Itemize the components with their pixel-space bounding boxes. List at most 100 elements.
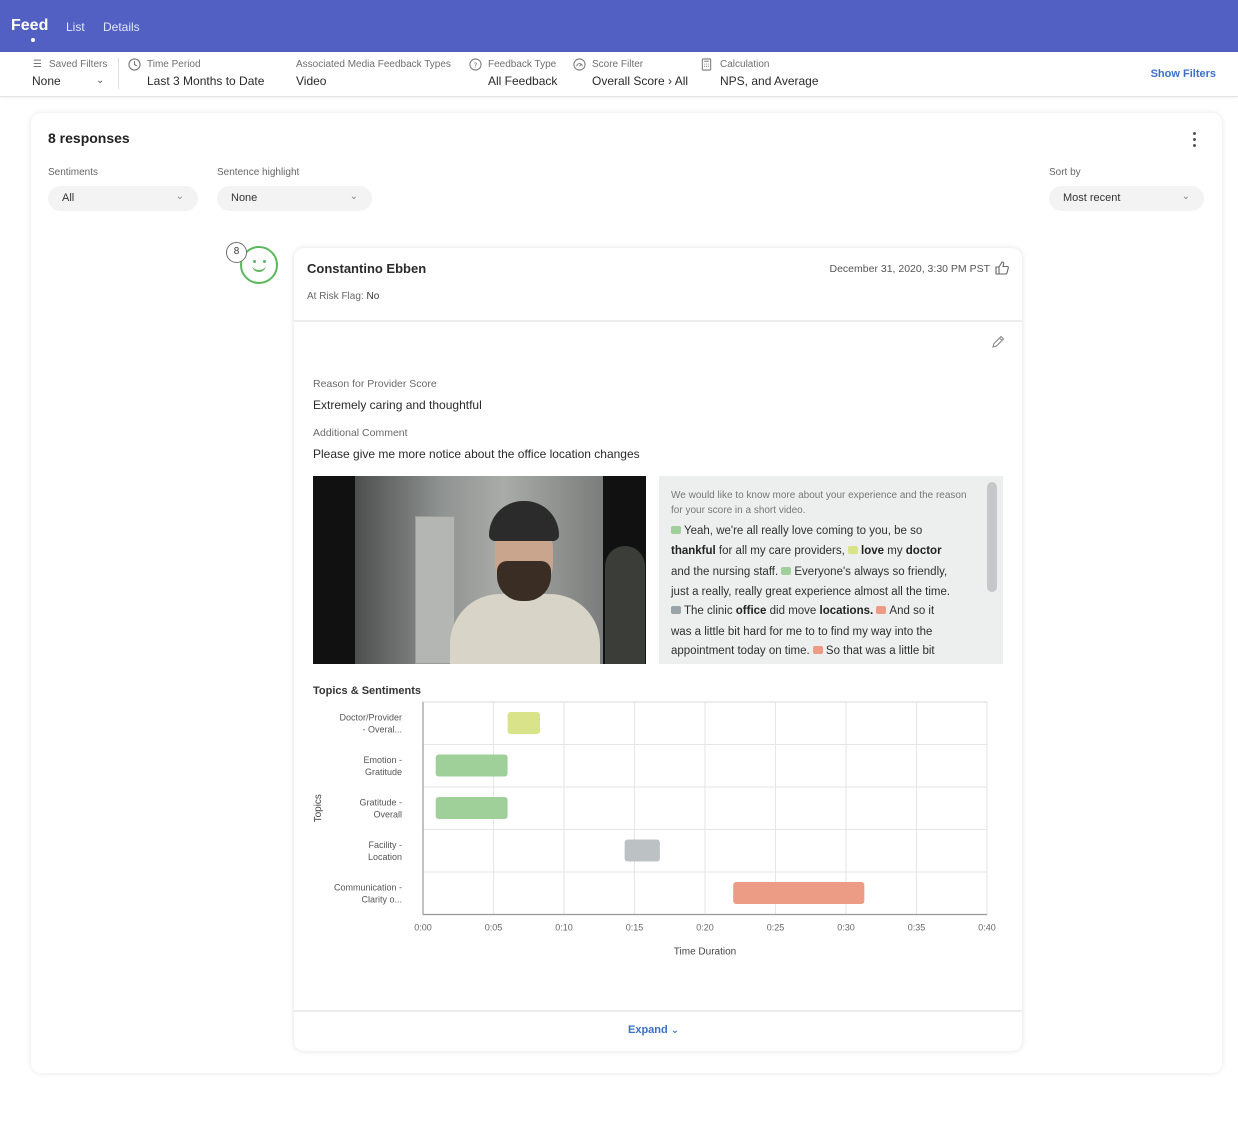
nav-feed-tab[interactable]: Feed [11,17,48,35]
response-date: December 31, 2020, 3:30 PM PST [829,263,991,275]
chevron-down-icon: ⌄ [670,1025,680,1036]
y-category-label: Overall [373,809,402,819]
transcript-line: thankful for all my care providers, love… [671,545,942,557]
nav-list-tab[interactable]: List [66,20,85,34]
respondent-name: Constantino Ebben [307,261,427,276]
time-period-value: Last 3 Months to Date [147,74,265,88]
nav-details-tab[interactable]: Details [103,20,140,34]
at-risk-flag-value: No [366,291,380,302]
question-2-answer: Please give me more notice about the off… [313,447,640,461]
feedback-type-label: Feedback Type [488,59,557,70]
feedback-type-filter[interactable]: ? Feedback Type All Feedback [468,52,568,97]
x-tick-label: 0:05 [485,923,503,933]
neutral-sentiment-icon [848,546,859,554]
filter-divider [118,58,119,89]
topic-sentiment-bar-mixed [624,839,660,862]
video-player[interactable] [313,476,646,664]
transcript-prompt: We would like to know more about your ex… [671,490,967,516]
score-filter-label: Score Filter [592,59,644,70]
sentiments-value: All [62,192,75,204]
more-options-icon[interactable] [1189,132,1199,152]
transcript-line: was a little bit hard for me to to find … [671,626,933,638]
sentence-highlight-label: Sentence highlight [217,167,300,178]
saved-filters-label: Saved Filters [49,59,108,70]
at-risk-flag: At Risk Flag: No [307,291,379,302]
x-tick-label: 0:15 [626,923,644,933]
y-category-label: Doctor/Provider [339,712,402,722]
active-tab-indicator [31,38,35,42]
thumbs-up-icon[interactable] [994,260,1010,276]
x-tick-label: 0:40 [978,923,996,933]
y-axis-title: Topics [313,794,324,822]
help-circle-icon: ? [469,58,482,71]
score-filter-value: Overall Score › All [592,74,689,88]
sliders-icon: ☰ [33,59,42,70]
feedback-type-value: All Feedback [488,74,558,88]
y-category-label: Gratitude [365,767,402,777]
y-category-label: Emotion - [363,755,402,765]
edit-pencil-icon[interactable] [990,334,1006,350]
x-tick-label: 0:30 [837,923,855,933]
topic-sentiment-bar-neutral [507,712,541,734]
topic-sentiment-bar-positive [435,797,508,819]
time-period-label: Time Period [147,59,201,70]
score-filter[interactable]: Score Filter Overall Score › All [572,52,692,97]
topic-sentiment-bar-negative [733,882,865,904]
calculator-icon [701,58,712,71]
response-number-badge: 8 [226,242,247,263]
sort-by-value: Most recent [1063,192,1121,204]
chevron-down-icon: ⌄ [349,191,358,202]
responses-count: 8 responses [48,130,130,146]
at-risk-flag-label: At Risk Flag: [307,291,364,302]
saved-filters-dropdown[interactable]: ☰ Saved Filters None ⌄ [0,52,118,97]
y-category-label: Clarity o... [361,894,402,904]
top-nav: Feed List Details [0,0,1238,52]
question-2-label: Additional Comment [313,427,408,439]
x-axis-title: Time Duration [674,947,736,958]
show-filters-button[interactable]: Show Filters [1151,68,1216,80]
question-1-answer: Extremely caring and thoughtful [313,398,482,412]
transcript-line: Yeah, we're all really love coming to yo… [671,525,922,537]
chevron-down-icon: ⌄ [1181,191,1190,202]
x-tick-label: 0:35 [908,923,926,933]
sentiments-label: Sentiments [48,167,99,178]
x-tick-label: 0:25 [767,923,785,933]
x-tick-label: 0:10 [555,923,573,933]
response-card: Constantino Ebben December 31, 2020, 3:3… [294,248,1022,1051]
negative-sentiment-icon [876,606,887,614]
calculation-value: NPS, and Average [720,74,819,88]
y-category-label: Facility - [369,840,403,850]
positive-sentiment-icon [671,526,681,534]
media-types-label: Associated Media Feedback Types [296,59,451,70]
x-tick-label: 0:20 [696,923,714,933]
card-footer-divider [294,1010,1022,1012]
responses-panel: 8 responses Sentiments All ⌄ Sentence hi… [31,113,1222,1073]
sort-by-label: Sort by [1049,167,1081,178]
y-category-label: Location [368,852,402,862]
transcript-line: appointment today on time. So that was a… [671,645,935,657]
video-transcript[interactable]: We would like to know more about your ex… [659,476,1003,664]
media-types-value: Video [296,74,327,88]
media-types-filter[interactable]: Associated Media Feedback Types Video [296,52,466,97]
question-1-label: Reason for Provider Score [313,378,437,390]
chevron-down-icon: ⌄ [175,191,184,202]
filter-bar: ☰ Saved Filters None ⌄ Time Period Last … [0,52,1238,97]
transcript-line: and the nursing staff. Everyone's always… [671,566,948,578]
positive-sentiment-icon [781,567,792,575]
transcript-line: The clinic office did move locations. An… [671,605,934,617]
sentiments-select[interactable]: All ⌄ [48,186,198,211]
y-category-label: Gratitude - [359,797,402,807]
y-category-label: - Overal... [362,724,402,734]
calculation-label: Calculation [720,59,770,70]
sentence-highlight-select[interactable]: None ⌄ [217,186,372,211]
chevron-down-icon: ⌄ [96,75,105,86]
calculation-filter[interactable]: Calculation NPS, and Average [700,52,840,97]
time-period-filter[interactable]: Time Period Last 3 Months to Date [126,52,286,97]
sort-by-select[interactable]: Most recent ⌄ [1049,186,1204,211]
y-category-label: Communication - [334,882,402,892]
mixed-sentiment-icon [671,606,681,614]
expand-button[interactable]: Expand ⌄ [628,1024,679,1036]
gauge-icon [573,58,586,71]
transcript-scrollbar[interactable] [987,482,997,592]
saved-filters-value: None [32,74,61,88]
